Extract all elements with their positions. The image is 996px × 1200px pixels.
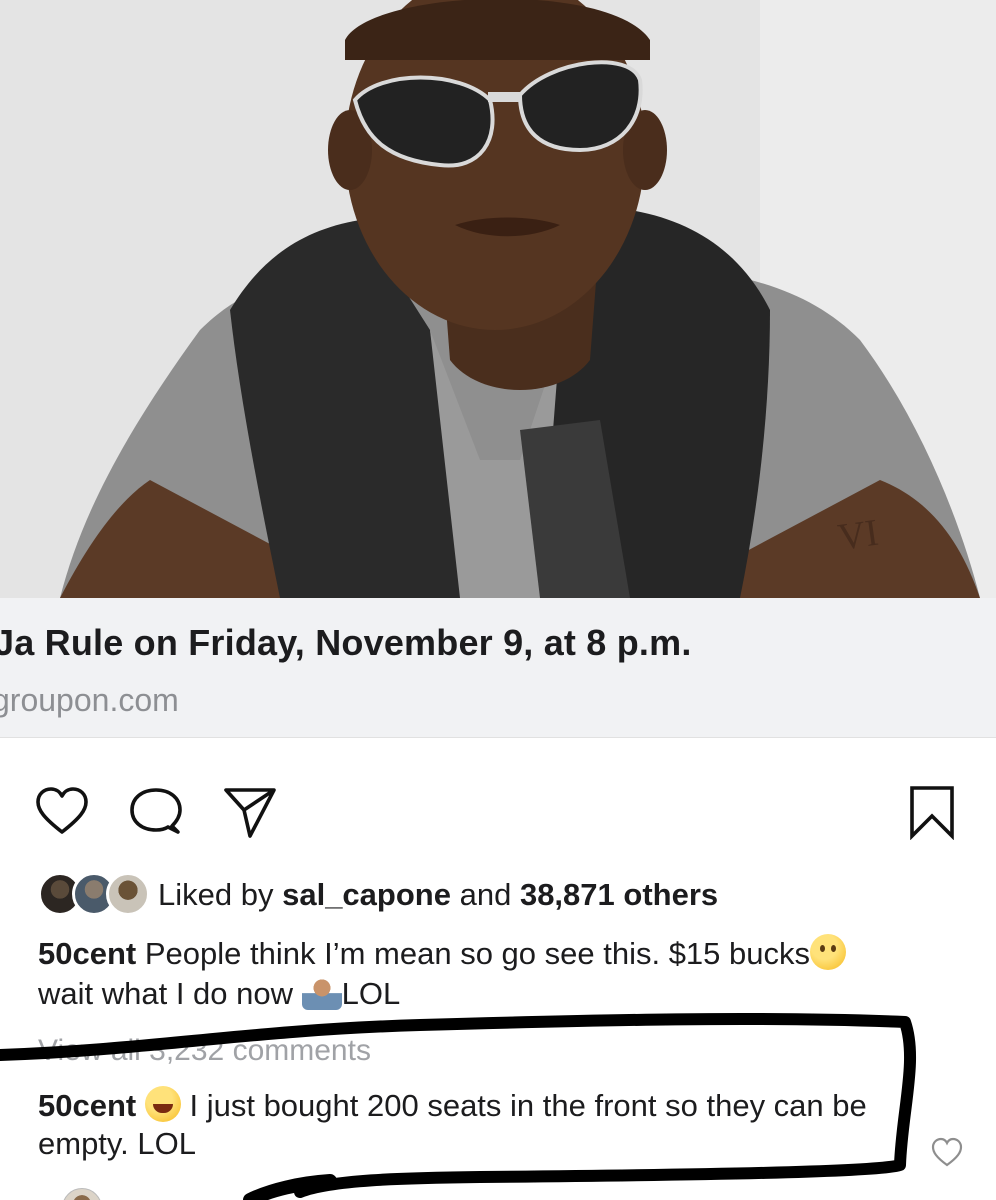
comment-icon[interactable] — [128, 784, 184, 840]
caption-username[interactable]: 50cent — [38, 936, 136, 971]
post-caption: 50cent People think I’m mean so go see t… — [38, 934, 958, 1014]
link-preview-card[interactable]: Ja Rule on Friday, November 9, at 8 p.m.… — [0, 598, 996, 738]
likes-prefix: Liked by — [158, 877, 274, 912]
view-all-comments-link[interactable]: View all 3,232 comments — [38, 1034, 371, 1068]
caption-text: wait what I do now — [38, 976, 294, 1011]
post-photo[interactable]: VI — [0, 0, 996, 598]
comment-item: 50cent I just bought 200 seats in the fr… — [38, 1086, 898, 1163]
person-shrugging-icon — [301, 976, 342, 1010]
bookmark-icon[interactable] — [904, 784, 960, 841]
next-comment-avatar[interactable] — [62, 1188, 102, 1200]
likes-summary[interactable]: Liked by sal_capone and 38,871 others — [38, 868, 978, 924]
likes-text: Liked by sal_capone and 38,871 others — [158, 877, 718, 913]
likes-joiner: and — [459, 877, 512, 912]
heart-icon[interactable] — [34, 784, 90, 840]
comment-username[interactable]: 50cent — [38, 1088, 136, 1123]
post-action-bar — [0, 770, 996, 850]
thinking-face-icon — [810, 934, 847, 970]
caption-text: People think I’m mean so go see this. $1… — [144, 936, 811, 971]
link-title: Ja Rule on Friday, November 9, at 8 p.m. — [0, 622, 692, 663]
photo-illustration: VI — [0, 0, 996, 598]
liker-username[interactable]: sal_capone — [282, 877, 451, 912]
likes-count[interactable]: 38,871 others — [520, 877, 718, 912]
paper-plane-icon[interactable] — [222, 784, 278, 840]
liker-avatar — [106, 872, 150, 916]
caption-text: LOL — [341, 976, 401, 1011]
comment-heart-icon[interactable] — [930, 1136, 964, 1170]
grinning-squinting-face-icon — [144, 1086, 181, 1122]
svg-text:VI: VI — [835, 512, 881, 559]
link-domain: groupon.com — [0, 682, 179, 718]
